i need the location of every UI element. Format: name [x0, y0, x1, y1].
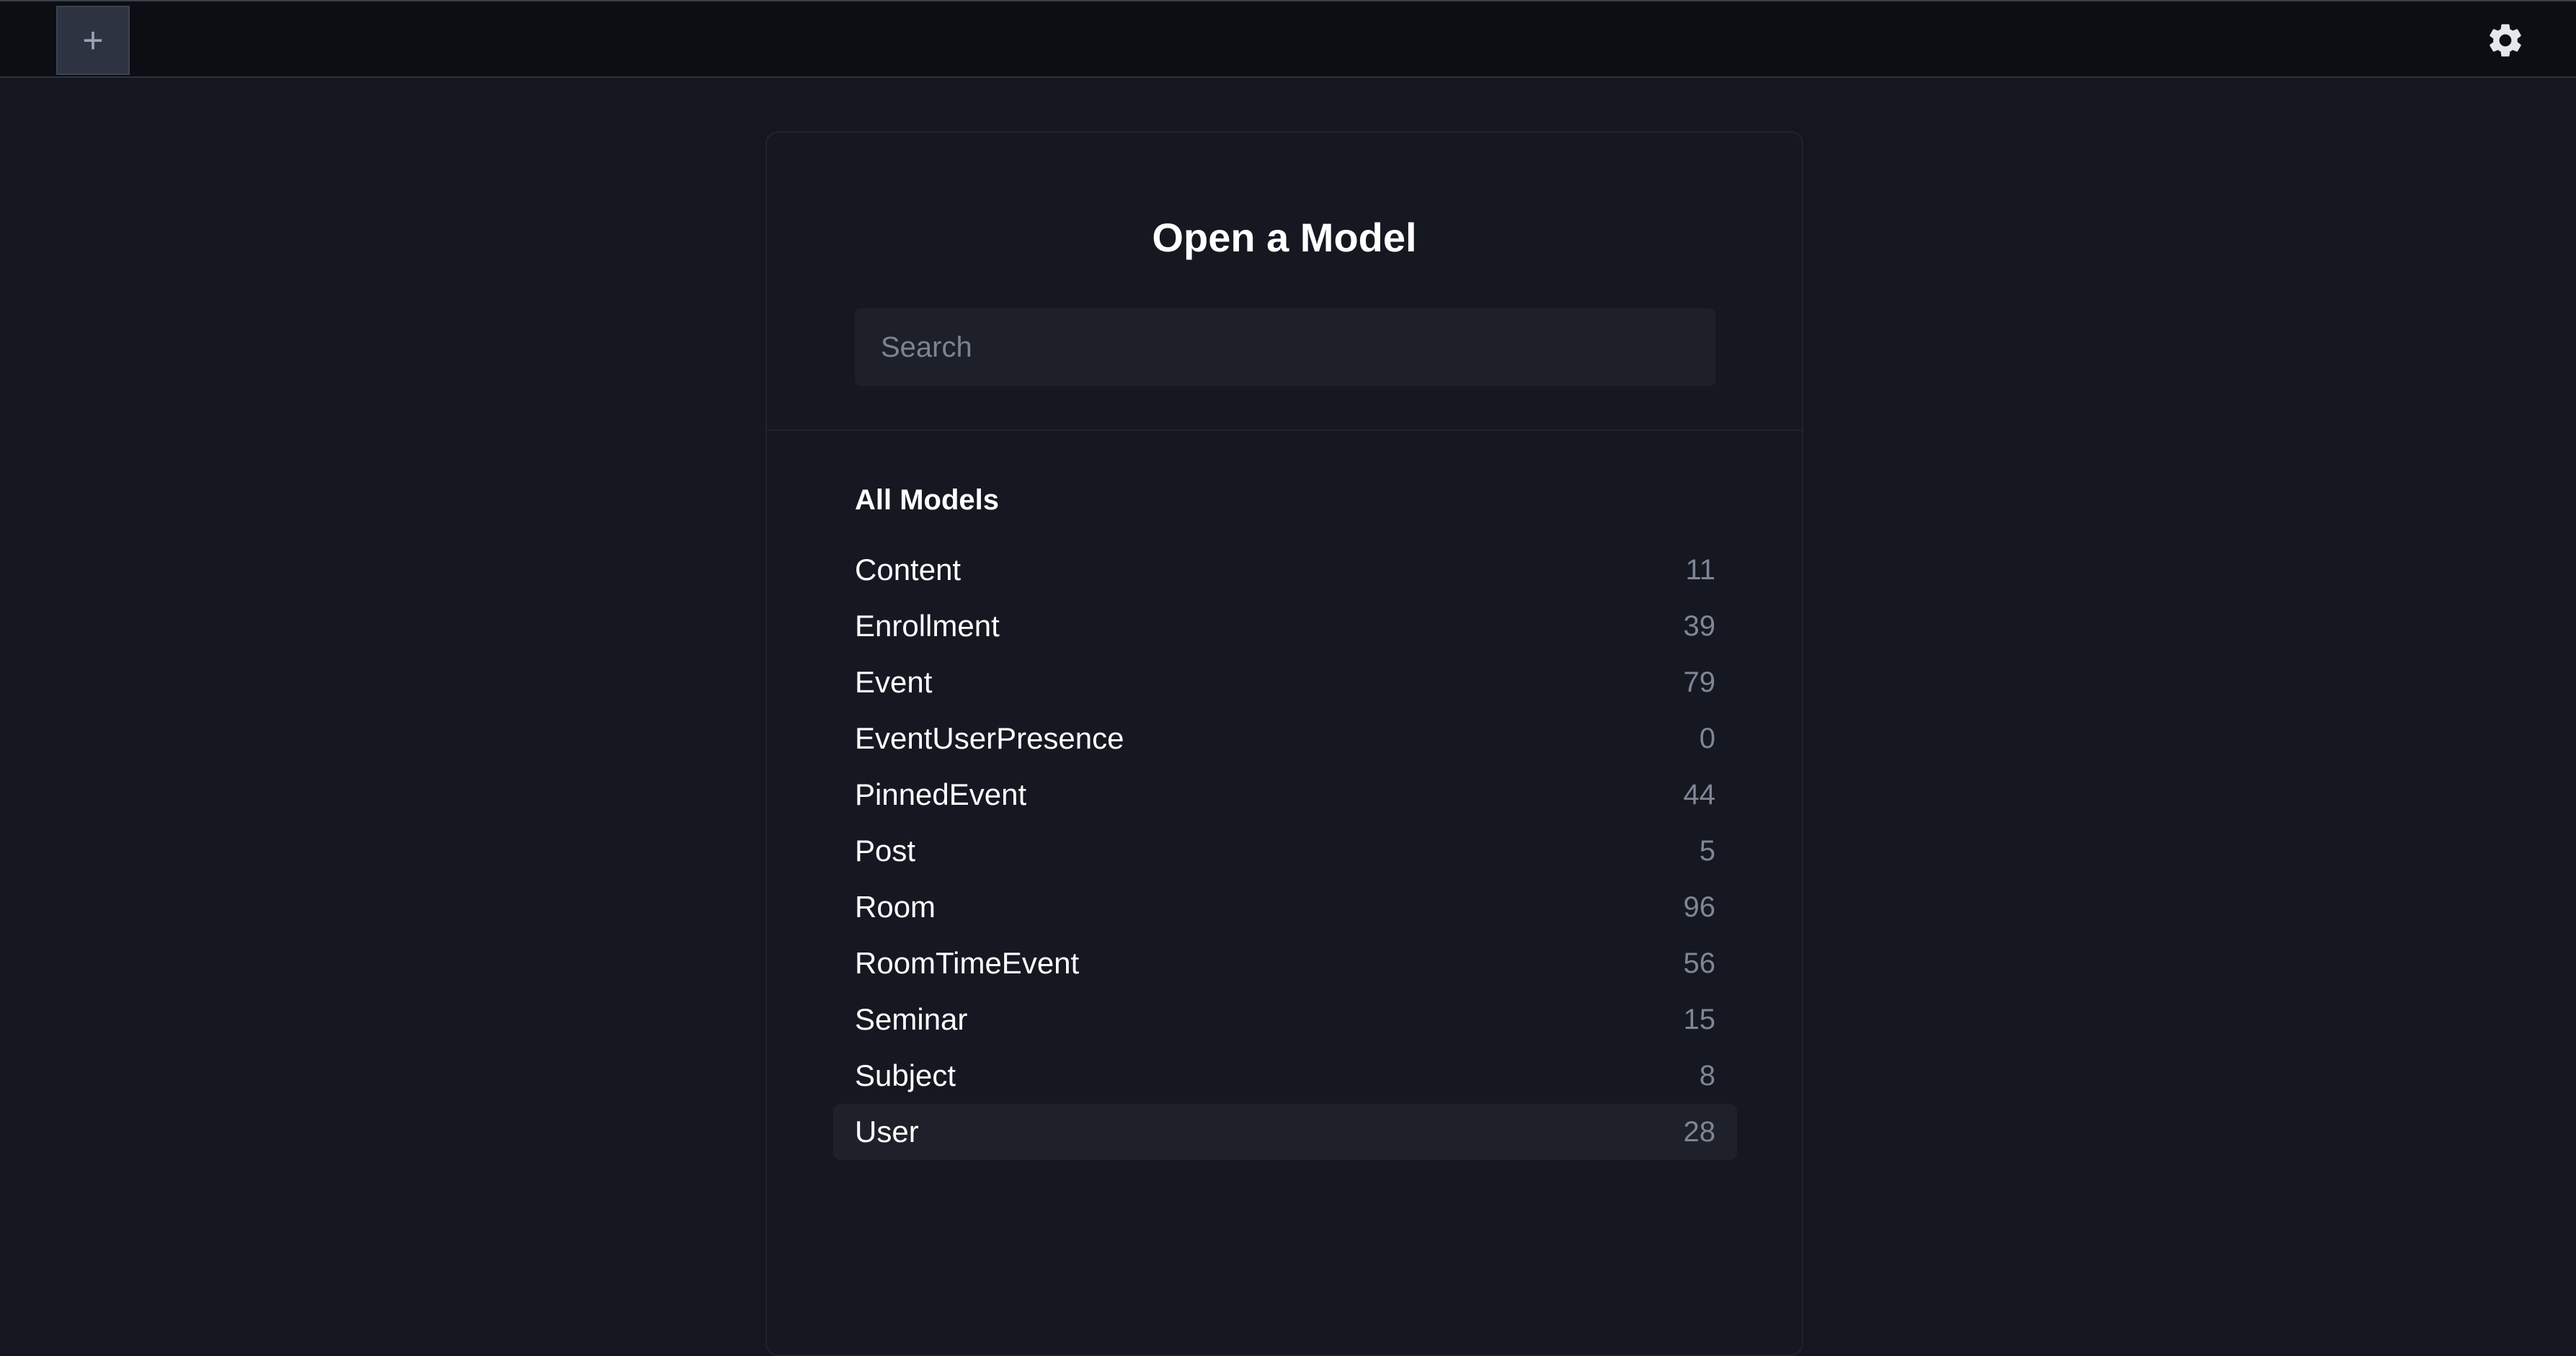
new-tab-button[interactable]: + — [56, 6, 130, 75]
model-count: 79 — [1683, 666, 1716, 698]
section-title: All Models — [855, 484, 1000, 516]
model-name: Post — [855, 834, 916, 867]
model-row[interactable]: Content 11 — [833, 542, 1737, 598]
model-name: User — [855, 1115, 919, 1148]
model-name: Room — [855, 890, 936, 924]
model-count: 8 — [1699, 1060, 1715, 1092]
model-count: 96 — [1683, 891, 1716, 923]
divider — [767, 429, 1802, 431]
top-bar: + — [0, 0, 2576, 78]
model-name: Event — [855, 665, 933, 699]
model-row[interactable]: Subject 8 — [833, 1048, 1737, 1104]
open-model-panel: Open a Model All Models Content 11 Enrollm… — [765, 131, 1803, 1356]
model-row[interactable]: Room 96 — [833, 879, 1737, 935]
model-count: 11 — [1685, 554, 1715, 586]
plus-icon: + — [82, 20, 104, 61]
model-count: 56 — [1683, 947, 1716, 979]
model-count: 28 — [1683, 1116, 1716, 1148]
model-name: Seminar — [855, 1002, 968, 1036]
model-list: Content 11 Enrollment 39 Event 79 EventUserPre… — [833, 542, 1737, 1160]
model-name: RoomTimeEvent — [855, 946, 1080, 980]
model-row[interactable]: Event 79 — [833, 654, 1737, 710]
settings-button[interactable] — [2485, 20, 2526, 61]
panel-title: Open a Model — [1152, 215, 1417, 260]
model-name: PinnedEvent — [855, 777, 1027, 811]
model-row[interactable]: PinnedEvent 44 — [833, 767, 1737, 823]
model-count: 15 — [1683, 1004, 1716, 1035]
model-name: Subject — [855, 1058, 956, 1092]
model-row[interactable]: Seminar 15 — [833, 991, 1737, 1048]
gear-icon — [2490, 24, 2521, 57]
model-row[interactable]: Enrollment 39 — [833, 598, 1737, 654]
search-input[interactable] — [855, 308, 1715, 386]
model-row[interactable]: RoomTimeEvent 56 — [833, 935, 1737, 991]
model-count: 0 — [1699, 723, 1715, 754]
model-count: 5 — [1699, 835, 1715, 867]
model-name: Enrollment — [855, 609, 1000, 643]
model-name: EventUserPresence — [855, 721, 1124, 755]
model-row[interactable]: User 28 — [833, 1104, 1737, 1160]
model-count: 39 — [1683, 610, 1716, 642]
model-name: Content — [855, 553, 961, 586]
model-row[interactable]: EventUserPresence 0 — [833, 710, 1737, 767]
model-row[interactable]: Post 5 — [833, 823, 1737, 879]
model-count: 44 — [1683, 779, 1716, 811]
